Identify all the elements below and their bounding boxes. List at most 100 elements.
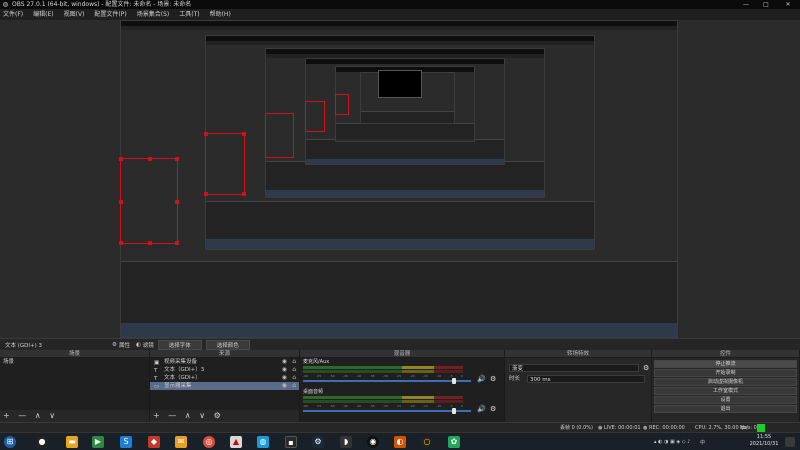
start-virtual-camera-button[interactable]: 启动虚拟摄像机 <box>654 378 797 386</box>
duration-input[interactable]: 300 ms <box>527 375 645 383</box>
qq-icon[interactable]: ● <box>36 436 48 448</box>
photo-icon[interactable]: ▲ <box>230 436 242 448</box>
select-font-button[interactable]: 选择字体 <box>157 339 202 350</box>
source-item[interactable]: T 文本（GDI+）3 ◉ ⌂ <box>150 366 299 374</box>
exit-button[interactable]: 退出 <box>654 405 797 413</box>
settings-button[interactable]: 设置 <box>654 396 797 404</box>
wechat-icon[interactable]: ✿ <box>448 436 460 448</box>
stream-health-indicator <box>757 424 765 432</box>
docks: 场景 场景 + — ∧ ∨ 来源 ▣ 视频采集设备 ◉ ⌂ T 文本（GDI+）… <box>0 350 800 422</box>
meter-tick-label: -60 <box>303 404 308 408</box>
source-item-selected[interactable]: ▭ 显示器采集 ◉ ⌂ <box>150 382 299 390</box>
close-button[interactable]: ✕ <box>780 0 796 9</box>
window-title: OBS 27.0.1 (64-bit, windows) - 配置文件: 未命名… <box>12 1 192 8</box>
obs-logo-icon <box>3 2 8 7</box>
duration-field[interactable]: 时长 300 ms <box>509 375 649 383</box>
clock[interactable]: 11:55 2021/10/31 <box>746 434 782 448</box>
source-item[interactable]: T 文本（GDI+） ◉ ⌂ <box>150 374 299 382</box>
mail-icon[interactable]: ✉ <box>175 436 187 448</box>
meter-tick-label: -15 <box>422 374 428 378</box>
menu-profile[interactable]: 配置文件(P) <box>94 9 126 20</box>
volume-knob[interactable] <box>452 408 457 414</box>
eye-icon[interactable]: ◉ <box>282 366 287 374</box>
meter-tick-label: -25 <box>396 404 402 408</box>
selection-box-4[interactable] <box>305 101 325 132</box>
media-player-icon[interactable]: ▶ <box>92 436 104 448</box>
level-meter <box>303 396 463 399</box>
tray-icons[interactable]: ▴ ◐ ◑ ▣ ◈ ◇ ♪ <box>654 439 690 445</box>
source-item[interactable]: ▣ 视频采集设备 ◉ ⌂ <box>150 358 299 366</box>
meter-tick-label: -20 <box>409 404 415 408</box>
menu-help[interactable]: 帮助(H) <box>210 9 231 20</box>
selection-box-2[interactable] <box>204 132 246 196</box>
transition-type-select[interactable]: 渐变 <box>509 364 649 372</box>
gear-icon[interactable]: ⚙ <box>490 375 496 383</box>
speaker-icon[interactable]: 🔊 <box>477 375 486 383</box>
meter-tick-label: -20 <box>409 374 415 378</box>
terminal-icon[interactable]: ▪ <box>285 436 297 448</box>
speaker-icon[interactable]: 🔊 <box>477 405 486 413</box>
selection-box-5[interactable] <box>335 94 349 115</box>
lock-icon[interactable]: ⌂ <box>292 366 296 374</box>
studio-mode-button[interactable]: 工作室模式 <box>654 387 797 395</box>
meter-ticks: -60 -55 -50 -45 -40 -35 -30 -25 -20 -15 -10 -5 0 <box>303 374 463 378</box>
meter-tick-label: -45 <box>342 374 348 378</box>
gear-icon[interactable]: ⚙ <box>490 405 496 413</box>
level-meter <box>303 400 463 403</box>
circle-app-icon[interactable]: ○ <box>421 436 433 448</box>
filters-button[interactable]: 滤镜 <box>143 341 154 349</box>
sogou-icon[interactable]: S <box>120 436 132 448</box>
browser-icon[interactable]: ◍ <box>257 436 269 448</box>
volume-slider[interactable] <box>303 408 471 414</box>
menu-scene-collection[interactable]: 场景集合(S) <box>137 9 170 20</box>
meter-tick-label: -10 <box>436 374 442 378</box>
select-color-button[interactable]: 选择颜色 <box>205 339 250 350</box>
meter-tick-label: -30 <box>382 404 388 408</box>
mixer-dock: 混音器 麦克风/Aux -60 -55 -50 -45 -40 -35 -30 -25 -20 -… <box>300 350 505 422</box>
selection-box-3[interactable] <box>265 113 294 158</box>
eye-icon[interactable]: ◉ <box>282 358 287 366</box>
sources-footer[interactable]: + — ∧ ∨ ⚙ <box>150 410 299 422</box>
lock-icon[interactable]: ⌂ <box>292 382 296 390</box>
menu-file[interactable]: 文件(F) <box>3 9 23 20</box>
maximize-button[interactable]: □ <box>758 0 774 9</box>
start-button-icon[interactable]: ⊞ <box>4 436 16 448</box>
start-recording-button[interactable]: 开始录制 <box>654 369 797 377</box>
game-icon[interactable]: ◆ <box>148 436 160 448</box>
minimize-button[interactable]: — <box>738 0 754 9</box>
channel-name: 桌面音频 <box>303 389 324 395</box>
meter-tick-label: -40 <box>356 404 362 408</box>
volume-knob[interactable] <box>452 378 457 384</box>
stop-streaming-button[interactable]: 停止推流 <box>654 360 797 368</box>
eye-icon[interactable]: ◉ <box>282 374 287 382</box>
input-language[interactable]: 中 <box>700 439 705 446</box>
obs-taskbar-icon[interactable]: ◉ <box>367 436 379 448</box>
lock-icon[interactable]: ⌂ <box>292 374 296 382</box>
lock-icon[interactable]: ⌂ <box>292 358 296 366</box>
scene-item[interactable]: 场景 <box>0 358 149 366</box>
preview-canvas[interactable] <box>0 20 800 338</box>
monitor-icon: ▭ <box>154 384 160 390</box>
channel-name: 麦克风/Aux <box>303 359 330 365</box>
obs-window: OBS 27.0.1 (64-bit, windows) - 配置文件: 未命名… <box>0 0 800 450</box>
menu-view[interactable]: 视图(V) <box>64 9 85 20</box>
mixer-channel-desktop: 桌面音频 -60 -55 -50 -45 -40 -35 -30 -25 -20 -15 -10 -5… <box>300 388 504 416</box>
notification-icon[interactable] <box>785 437 795 447</box>
menu-edit[interactable]: 编辑(E) <box>33 9 53 20</box>
app-orange-icon[interactable]: ◐ <box>394 436 406 448</box>
selection-box-1[interactable] <box>119 157 179 245</box>
folder-icon[interactable]: ▬ <box>66 436 78 448</box>
chrome-icon[interactable]: ◎ <box>203 436 215 448</box>
gear-icon[interactable]: ⚙ <box>112 342 117 348</box>
scenes-footer[interactable]: + — ∧ ∨ <box>0 410 149 422</box>
gear-icon[interactable]: ⚙ <box>214 411 224 420</box>
gear-icon[interactable]: ⚙ <box>643 364 649 372</box>
volume-slider[interactable] <box>303 378 471 384</box>
epic-icon[interactable]: ◗ <box>340 436 352 448</box>
eye-icon[interactable]: ◉ <box>282 382 287 390</box>
sources-dock: 来源 ▣ 视频采集设备 ◉ ⌂ T 文本（GDI+）3 ◉ ⌂ T 文本（GDI… <box>150 350 300 422</box>
menu-tools[interactable]: 工具(T) <box>179 9 199 20</box>
properties-button[interactable]: 属性 <box>119 341 130 349</box>
steam-icon[interactable]: ⚙ <box>312 436 324 448</box>
filter-icon[interactable]: ◐ <box>136 342 141 348</box>
